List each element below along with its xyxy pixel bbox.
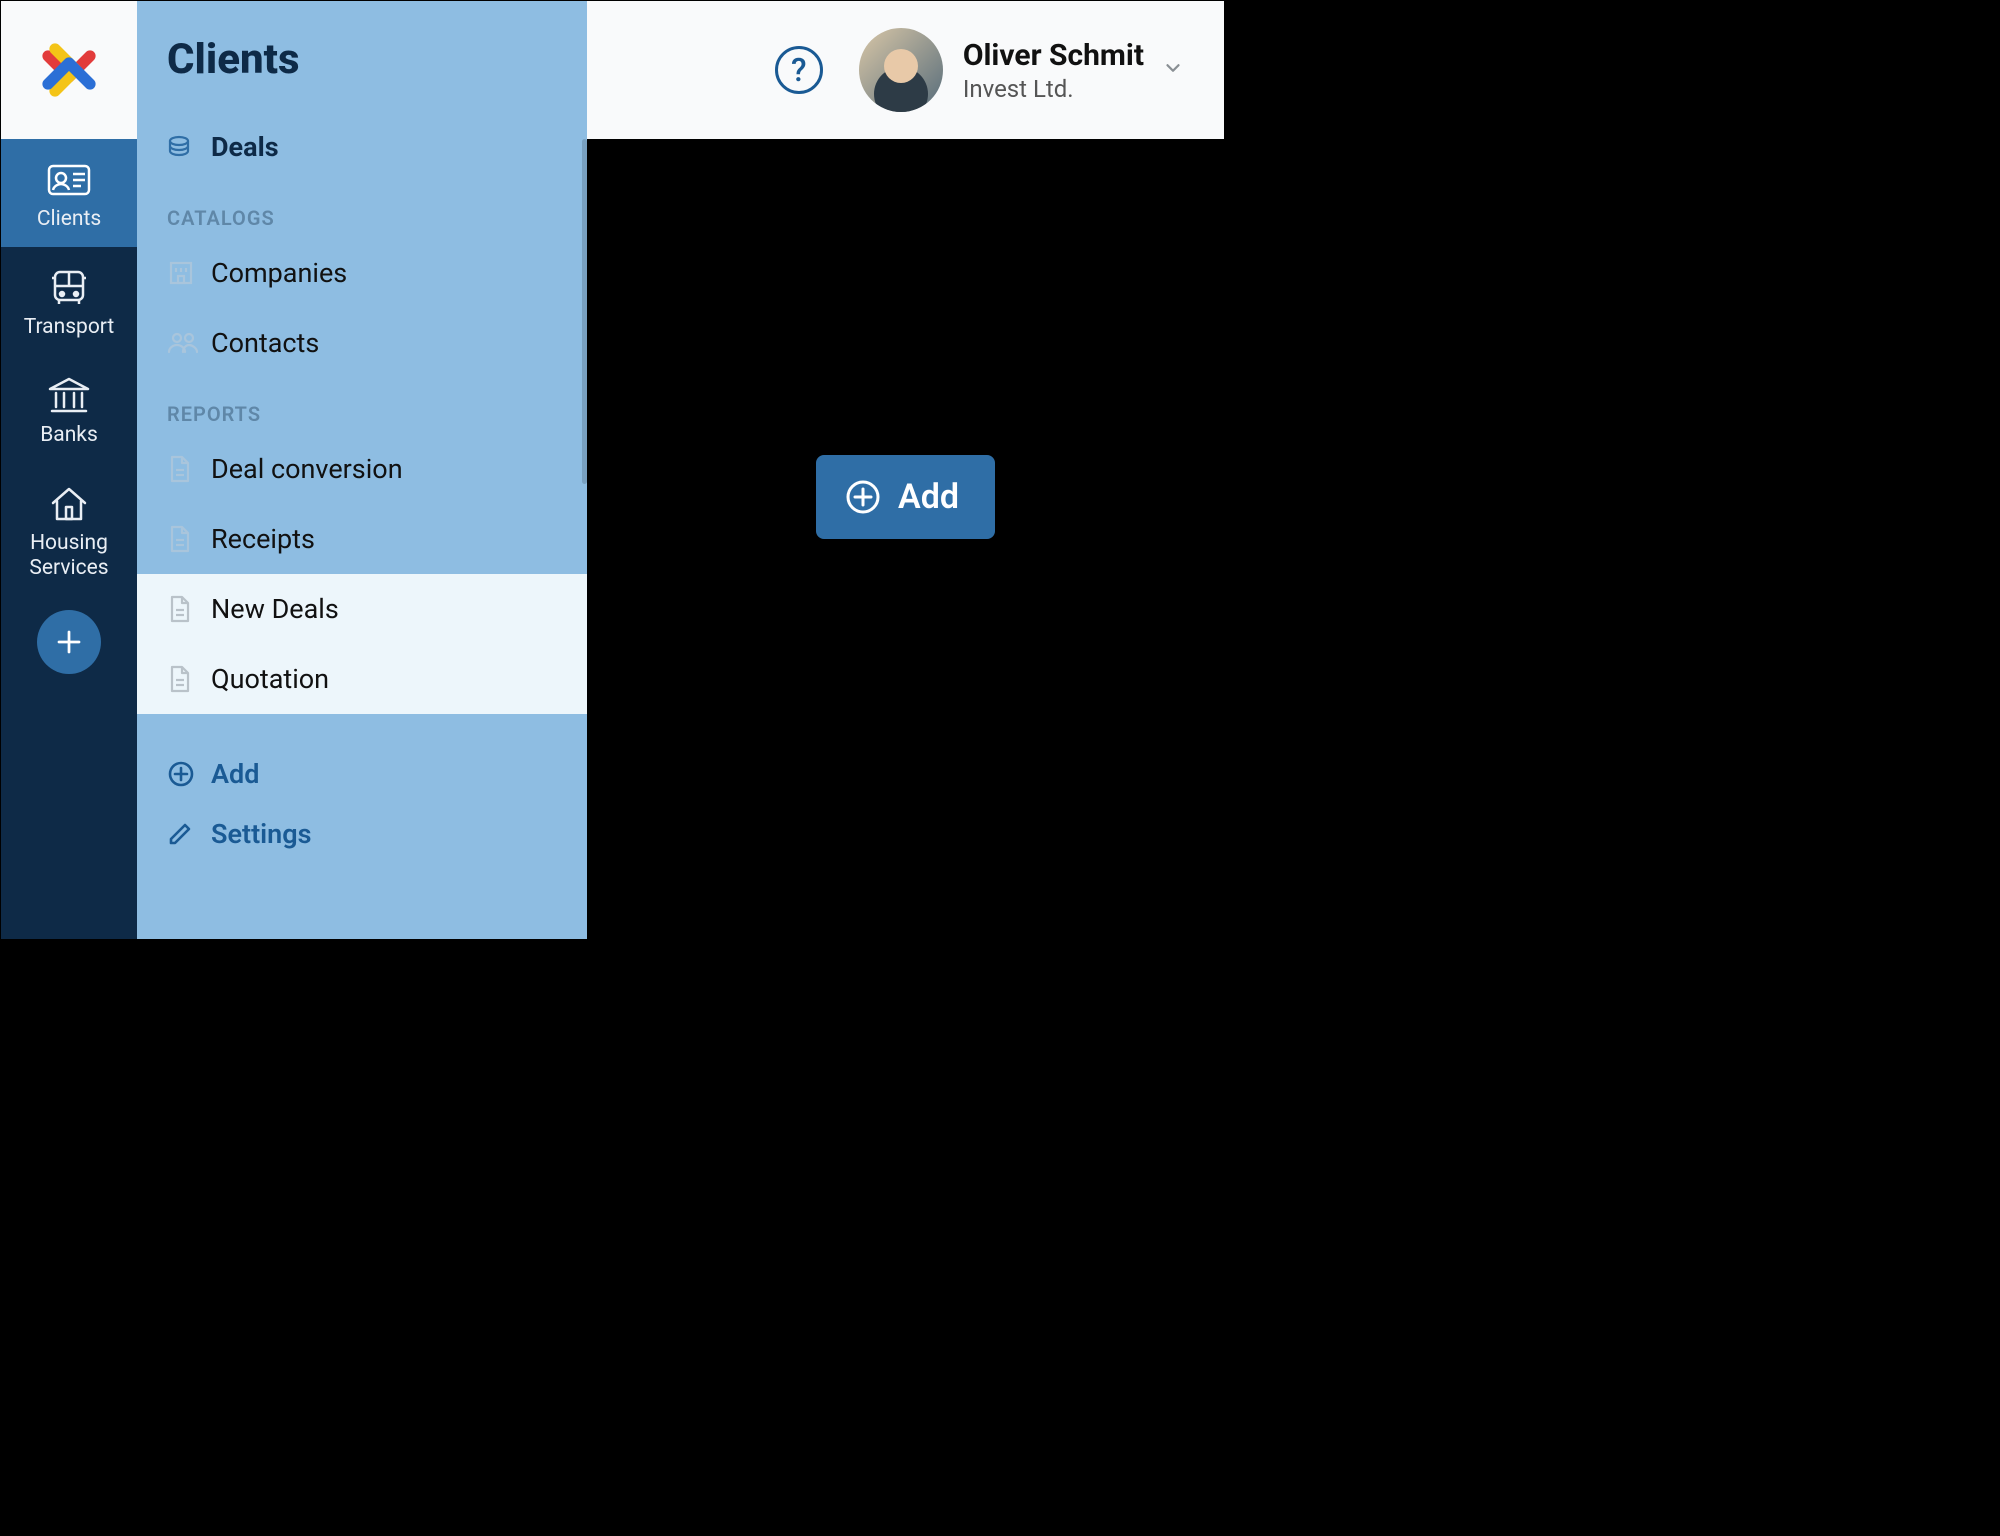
panel-item-deal-conversion[interactable]: Deal conversion [137,434,587,504]
panel-item-deals[interactable]: Deals [137,112,587,182]
plus-circle-icon [844,478,882,516]
panel-item-receipts[interactable]: Receipts [137,504,587,574]
house-icon [47,481,91,527]
avatar[interactable] [859,28,943,112]
scrollbar[interactable] [582,139,587,484]
user-block[interactable]: Oliver Schmit Invest Ltd. [963,38,1144,103]
panel-item-label: Contacts [211,327,319,359]
help-icon: ? [791,51,807,89]
coins-icon [167,133,211,161]
app-logo[interactable] [1,1,137,139]
chevron-down-icon [1162,57,1184,79]
panel-item-label: Quotation [211,663,329,695]
panel-add-button[interactable]: Add [137,744,587,804]
rail-item-banks[interactable]: Banks [1,355,137,463]
panel-item-label: Companies [211,257,347,289]
document-icon [167,664,211,694]
panel-item-quotation[interactable]: Quotation [137,644,587,714]
main-content: Add [587,139,1224,939]
section-catalogs: CATALOGS [167,206,587,230]
bus-icon [47,265,91,311]
rail-item-transport[interactable]: Transport [1,247,137,355]
bank-icon [46,373,92,419]
main-add-button[interactable]: Add [816,455,995,539]
id-card-icon [45,157,93,203]
document-icon [167,524,211,554]
rail-label: Banks [40,423,98,447]
plus-icon [54,627,84,657]
panel-item-new-deals[interactable]: New Deals [137,574,587,644]
main-add-label: Add [898,477,959,517]
panel-title: Clients [167,35,587,84]
plus-circle-icon [167,760,211,788]
rail-item-clients[interactable]: Clients [1,139,137,247]
pencil-icon [167,821,211,847]
section-reports: REPORTS [167,402,587,426]
rail-item-housing-services[interactable]: Housing Services [1,463,137,595]
panel-item-label: Receipts [211,523,315,555]
secondary-panel: Clients Deals CATALOGS Companies [137,1,587,939]
document-icon [167,594,211,624]
panel-item-label: New Deals [211,593,339,625]
rail-label: Clients [37,207,101,231]
user-org: Invest Ltd. [963,75,1144,103]
people-icon [167,330,211,356]
panel-item-label: Settings [211,818,312,850]
user-name: Oliver Schmit [963,38,1144,73]
rail-label: Transport [24,315,115,339]
help-button[interactable]: ? [775,46,823,94]
document-icon [167,454,211,484]
user-menu-toggle[interactable] [1162,57,1184,83]
panel-settings-button[interactable]: Settings [137,804,587,864]
panel-item-label: Add [211,758,259,790]
left-rail: Clients Transport [1,1,137,939]
logo-icon [34,35,104,105]
rail-label: Housing Services [7,531,131,579]
panel-item-contacts[interactable]: Contacts [137,308,587,378]
rail-add-button[interactable] [37,610,101,674]
panel-item-companies[interactable]: Companies [137,238,587,308]
panel-item-label: Deals [211,131,279,163]
panel-item-label: Deal conversion [211,453,403,485]
building-icon [167,259,211,287]
